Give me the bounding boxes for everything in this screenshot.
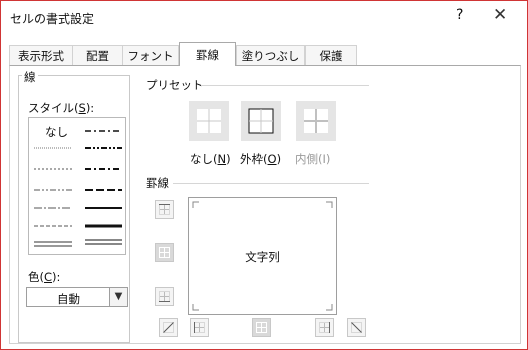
tab-protection[interactable]: 保護 xyxy=(305,45,357,65)
preset-inside-label: 内側(I) xyxy=(295,152,331,166)
border-right-button[interactable] xyxy=(315,318,334,337)
border-preview[interactable]: 文字列 xyxy=(188,197,337,315)
line-style-list[interactable]: なし xyxy=(28,117,126,255)
border-left-icon xyxy=(194,322,205,333)
border-diagonal-down-icon xyxy=(351,322,362,333)
chevron-down-icon[interactable]: ▼ xyxy=(109,287,128,307)
border-top-icon xyxy=(159,204,170,215)
preset-inside-button[interactable] xyxy=(296,101,336,141)
help-button[interactable]: ? xyxy=(456,7,463,23)
border-middle-vertical-button[interactable] xyxy=(252,318,271,337)
style-label: スタイル(S): xyxy=(26,100,97,116)
preset-outline-button[interactable] xyxy=(241,101,281,141)
border-top-button[interactable] xyxy=(155,200,174,219)
border-middle-vertical-icon xyxy=(256,322,267,333)
border-right-icon xyxy=(319,322,330,333)
dialog-title: セルの書式設定 xyxy=(10,12,95,26)
border-bottom-icon xyxy=(159,291,170,302)
preset-inside-icon xyxy=(304,109,328,133)
format-cells-dialog: セルの書式設定 ? ✕ 表示形式 配置 フォント 罫線 塗りつぶし 保護 線 ス… xyxy=(0,0,528,350)
tab-bar: 表示形式 配置 フォント 罫線 塗りつぶし 保護 xyxy=(9,42,520,66)
border-left-button[interactable] xyxy=(190,318,209,337)
tab-number-format[interactable]: 表示形式 xyxy=(9,45,73,65)
border-diagonal-up-button[interactable] xyxy=(159,318,178,337)
color-label: 色(C): xyxy=(26,269,63,285)
border-bottom-button[interactable] xyxy=(155,287,174,306)
line-group-label: 線 xyxy=(22,69,38,85)
close-button[interactable]: ✕ xyxy=(493,5,507,25)
tab-font[interactable]: フォント xyxy=(122,45,179,65)
tab-fill[interactable]: 塗りつぶし xyxy=(236,45,305,65)
border-middle-horizontal-button[interactable] xyxy=(155,243,174,262)
color-dropdown[interactable]: 自動 ▼ xyxy=(26,287,128,307)
border-separator xyxy=(173,183,369,184)
color-value: 自動 xyxy=(57,292,80,306)
border-diagonal-down-button[interactable] xyxy=(347,318,366,337)
preset-group-label: プリセット xyxy=(144,77,206,93)
preset-outline-icon xyxy=(248,108,274,134)
preset-outline-label: 外枠(O) xyxy=(240,152,282,166)
preset-separator xyxy=(201,85,369,86)
border-group-label: 罫線 xyxy=(144,175,171,191)
border-diagonal-up-icon xyxy=(163,322,174,333)
preset-none-button[interactable] xyxy=(189,101,229,141)
line-style-samples[interactable] xyxy=(29,118,125,254)
preset-none-icon xyxy=(197,109,221,133)
tab-border[interactable]: 罫線 xyxy=(179,42,236,66)
preview-text: 文字列 xyxy=(245,250,280,264)
preset-none-label: なし(N) xyxy=(190,152,231,166)
tab-alignment[interactable]: 配置 xyxy=(72,45,123,65)
border-middle-horizontal-icon xyxy=(159,247,170,258)
